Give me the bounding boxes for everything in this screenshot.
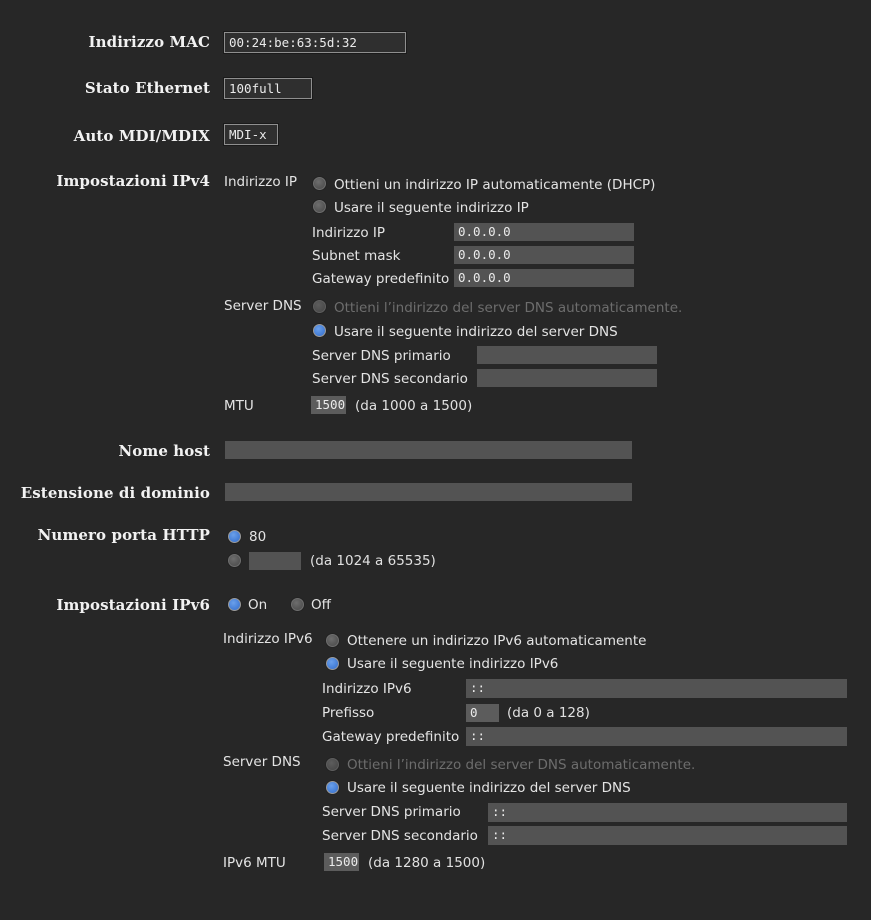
auto-mdi-mdix-label: Auto MDI/MDIX — [73, 127, 210, 145]
ipv6-dns-auto-radio-label[interactable]: Ottieni l’indirizzo del server DNS autom… — [347, 757, 695, 773]
ipv6-address-section-label: Indirizzo IPv6 — [223, 631, 313, 647]
ipv4-static-radio[interactable] — [313, 200, 326, 213]
ipv6-dns-primary-label: Server DNS primario — [322, 804, 461, 820]
ipv6-auto-radio-label[interactable]: Ottenere un indirizzo IPv6 automaticamen… — [347, 633, 646, 649]
ipv4-ip-address-label: Indirizzo IP — [224, 174, 298, 190]
ipv4-gateway-input[interactable]: 0.0.0.0 — [454, 269, 634, 287]
ipv6-off-radio[interactable] — [291, 598, 304, 611]
ipv6-dns-section-label: Server DNS — [223, 754, 301, 770]
ipv6-prefix-label: Prefisso — [322, 705, 375, 721]
ipv6-mtu-label: IPv6 MTU — [223, 855, 286, 871]
ipv4-dns-auto-radio-label[interactable]: Ottieni l’indirizzo del server DNS autom… — [334, 300, 682, 316]
ipv4-mtu-input[interactable]: 1500 — [311, 396, 346, 414]
http-port-custom-hint: (da 1024 a 65535) — [310, 553, 436, 569]
hostname-label: Nome host — [118, 442, 210, 460]
http-port-custom-input[interactable] — [249, 552, 301, 570]
ipv6-gateway-label: Gateway predefinito — [322, 729, 460, 745]
ipv4-mtu-hint: (da 1000 a 1500) — [355, 398, 473, 414]
ipv6-auto-radio[interactable] — [326, 634, 339, 647]
ipv4-dns-static-radio-label[interactable]: Usare il seguente indirizzo del server D… — [334, 324, 618, 340]
http-port-default-radio-label[interactable]: 80 — [249, 529, 266, 545]
ethernet-status-value: 100full — [223, 77, 313, 100]
ipv6-dns-auto-radio[interactable] — [326, 758, 339, 771]
ipv4-dns-primary-label: Server DNS primario — [312, 348, 451, 364]
ipv6-off-radio-label[interactable]: Off — [311, 597, 331, 613]
ipv6-dns-static-radio-label[interactable]: Usare il seguente indirizzo del server D… — [347, 780, 631, 796]
ipv6-gateway-input[interactable]: :: — [466, 727, 847, 746]
ipv4-subnet-field-label: Subnet mask — [312, 248, 401, 264]
ipv6-prefix-hint: (da 0 a 128) — [507, 705, 590, 721]
ipv6-prefix-input[interactable]: 0 — [466, 704, 499, 722]
ipv4-dns-auto-radio[interactable] — [313, 300, 326, 313]
auto-mdi-mdix-value: MDI-x — [223, 123, 279, 146]
mac-address-label: Indirizzo MAC — [88, 33, 210, 51]
ipv4-settings-label: Impostazioni IPv4 — [56, 172, 210, 190]
ipv4-dns-secondary-input[interactable] — [477, 369, 657, 387]
ipv4-dhcp-radio-label[interactable]: Ottieni un indirizzo IP automaticamente … — [334, 177, 655, 193]
http-port-default-radio[interactable] — [228, 530, 241, 543]
ipv4-address-input[interactable]: 0.0.0.0 — [454, 223, 634, 241]
ipv6-settings-label: Impostazioni IPv6 — [56, 596, 210, 614]
ipv6-dns-primary-input[interactable]: :: — [488, 803, 847, 822]
hostname-input[interactable] — [225, 441, 632, 459]
domain-suffix-label: Estensione di dominio — [20, 484, 210, 502]
ipv6-mtu-hint: (da 1280 a 1500) — [368, 855, 486, 871]
ipv4-static-radio-label[interactable]: Usare il seguente indirizzo IP — [334, 200, 529, 216]
ipv6-on-radio-label[interactable]: On — [248, 597, 267, 613]
ipv6-mtu-input[interactable]: 1500 — [324, 853, 359, 871]
ipv4-mtu-label: MTU — [224, 398, 254, 414]
ethernet-status-label: Stato Ethernet — [84, 79, 210, 97]
ipv4-dns-label: Server DNS — [224, 298, 302, 314]
ipv4-gateway-field-label: Gateway predefinito — [312, 271, 450, 287]
ipv4-dns-secondary-label: Server DNS secondario — [312, 371, 468, 387]
http-port-custom-radio[interactable] — [228, 554, 241, 567]
ipv6-dns-secondary-input[interactable]: :: — [488, 826, 847, 845]
ipv4-address-field-label: Indirizzo IP — [312, 225, 386, 241]
ipv4-subnet-input[interactable]: 0.0.0.0 — [454, 246, 634, 264]
ipv6-address-field-label: Indirizzo IPv6 — [322, 681, 412, 697]
ipv4-dns-static-radio[interactable] — [313, 324, 326, 337]
ipv6-address-input[interactable]: :: — [466, 679, 847, 698]
ipv4-dns-primary-input[interactable] — [477, 346, 657, 364]
ipv6-static-radio-label[interactable]: Usare il seguente indirizzo IPv6 — [347, 656, 558, 672]
http-port-label: Numero porta HTTP — [37, 526, 210, 544]
network-settings-page: Indirizzo MAC 00:24:be:63:5d:32 Stato Et… — [0, 0, 871, 920]
mac-address-value: 00:24:be:63:5d:32 — [223, 31, 407, 54]
ipv4-dhcp-radio[interactable] — [313, 177, 326, 190]
domain-suffix-input[interactable] — [225, 483, 632, 501]
ipv6-static-radio[interactable] — [326, 657, 339, 670]
ipv6-on-radio[interactable] — [228, 598, 241, 611]
ipv6-dns-static-radio[interactable] — [326, 781, 339, 794]
ipv6-dns-secondary-label: Server DNS secondario — [322, 828, 478, 844]
